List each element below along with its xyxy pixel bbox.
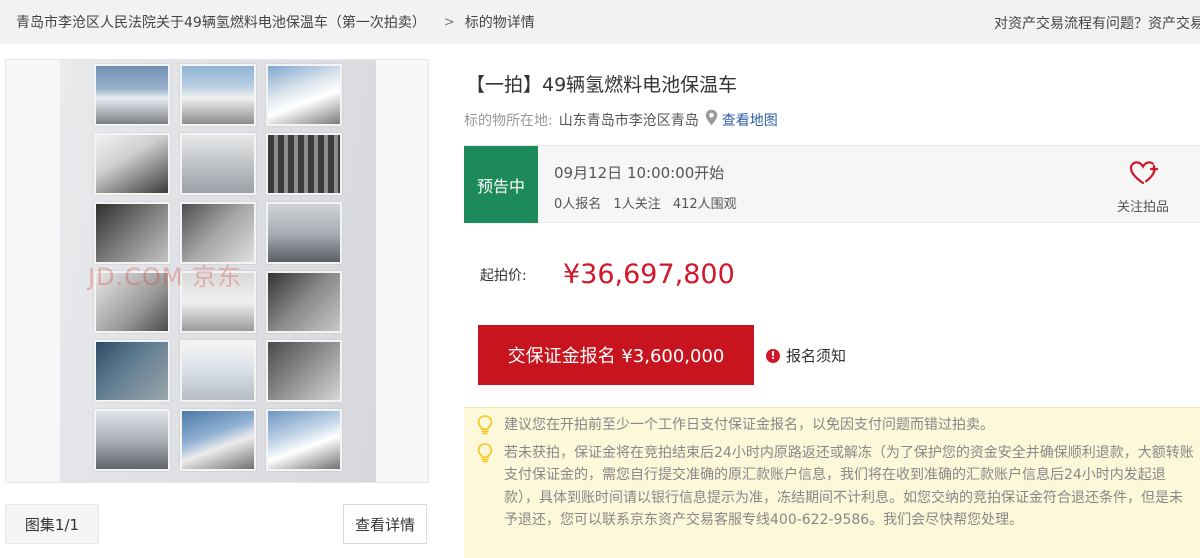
- photo-thumb: [94, 202, 170, 264]
- photo-thumb: [266, 409, 342, 471]
- exclamation-circle-icon: !: [766, 348, 780, 363]
- photo-thumb: [266, 202, 342, 264]
- start-time: 09月12日 10:00:00开始: [554, 164, 725, 182]
- location-value: 山东青岛市李沧区青岛: [558, 112, 699, 129]
- watcher-count: 412人围观: [672, 197, 737, 212]
- breadcrumb-separator: >: [443, 14, 455, 30]
- photo-thumb: [94, 64, 170, 126]
- notice-label: 报名须知: [786, 347, 847, 365]
- location-label: 标的物所在地:: [464, 112, 553, 129]
- pay-deposit-register-button[interactable]: 交保证金报名 ¥3,600,000: [478, 325, 754, 385]
- starting-price: ¥36,697,800: [563, 259, 735, 290]
- breadcrumb-current: 标的物详情: [464, 15, 535, 31]
- map-pin-icon: [705, 109, 718, 130]
- starting-price-label: 起拍价:: [480, 268, 527, 284]
- tip-text: 若未获拍，保证金将在竞拍结束后24小时内原路返还或解冻（为了保护您的资金安全并确…: [504, 445, 1194, 529]
- lightbulb-icon: [476, 442, 496, 532]
- heart-plus-icon: [1128, 161, 1159, 190]
- tip-text: 建议您在开拍前至少一个工作日支付保证金报名，以免因支付问题而错过拍卖。: [504, 417, 994, 433]
- photo-thumb: [94, 340, 170, 402]
- photo-thumb: [180, 64, 256, 126]
- breadcrumb-bar: 青岛市李沧区人民法院关于49辆氢燃料电池保温车（第一次拍卖） > 标的物详情 对…: [0, 0, 1200, 44]
- registration-notice-link[interactable]: ! 报名须知: [766, 345, 846, 366]
- auction-stats: 0人报名 1人关注 412人围观: [554, 193, 745, 212]
- photo-thumb: [180, 409, 256, 471]
- photo-thumb: [180, 340, 256, 402]
- tip-item: 建议您在开拍前至少一个工作日支付保证金报名，以免因支付问题而错过拍卖。: [476, 414, 1196, 439]
- photo-thumb: [94, 409, 170, 471]
- photo-thumb: [180, 133, 256, 195]
- view-details-button[interactable]: 查看详情: [343, 504, 427, 544]
- main-photo[interactable]: JD.COM 京东: [5, 59, 429, 483]
- follower-count: 1人关注: [613, 197, 661, 212]
- photo-thumb: [266, 133, 342, 195]
- photo-thumb: [266, 64, 342, 126]
- photo-thumb: [94, 133, 170, 195]
- photo-thumb: [180, 202, 256, 264]
- album-counter[interactable]: 图集1/1: [5, 504, 99, 544]
- help-link[interactable]: 对资产交易流程有问题？资产交易: [994, 13, 1200, 33]
- status-badge: 预告中: [464, 146, 538, 223]
- tip-item: 若未获拍，保证金将在竞拍结束后24小时内原路返还或解冻（为了保护您的资金安全并确…: [476, 442, 1196, 532]
- lightbulb-icon: [476, 414, 496, 439]
- photo-thumb: [266, 340, 342, 402]
- view-map-link[interactable]: 查看地图: [722, 110, 778, 130]
- jd-watermark: JD.COM 京东: [88, 263, 243, 291]
- registration-count: 0人报名: [554, 197, 602, 212]
- deposit-tips-panel: 建议您在开拍前至少一个工作日支付保证金报名，以免因支付问题而错过拍卖。 若未获拍…: [464, 407, 1200, 558]
- photo-thumb: [266, 271, 342, 333]
- follow-label: 关注拍品: [1116, 200, 1169, 215]
- follow-item-button[interactable]: 关注拍品: [1112, 160, 1174, 215]
- item-title: 【一拍】49辆氢燃料电池保温车: [466, 74, 738, 96]
- auction-status-panel: 预告中 09月12日 10:00:00开始 0人报名 1人关注 412人围观 关…: [464, 145, 1200, 223]
- breadcrumb-auction-link[interactable]: 青岛市李沧区人民法院关于49辆氢燃料电池保温车（第一次拍卖）: [16, 12, 426, 32]
- location-row: 标的物所在地: 山东青岛市李沧区青岛 查看地图: [464, 109, 778, 130]
